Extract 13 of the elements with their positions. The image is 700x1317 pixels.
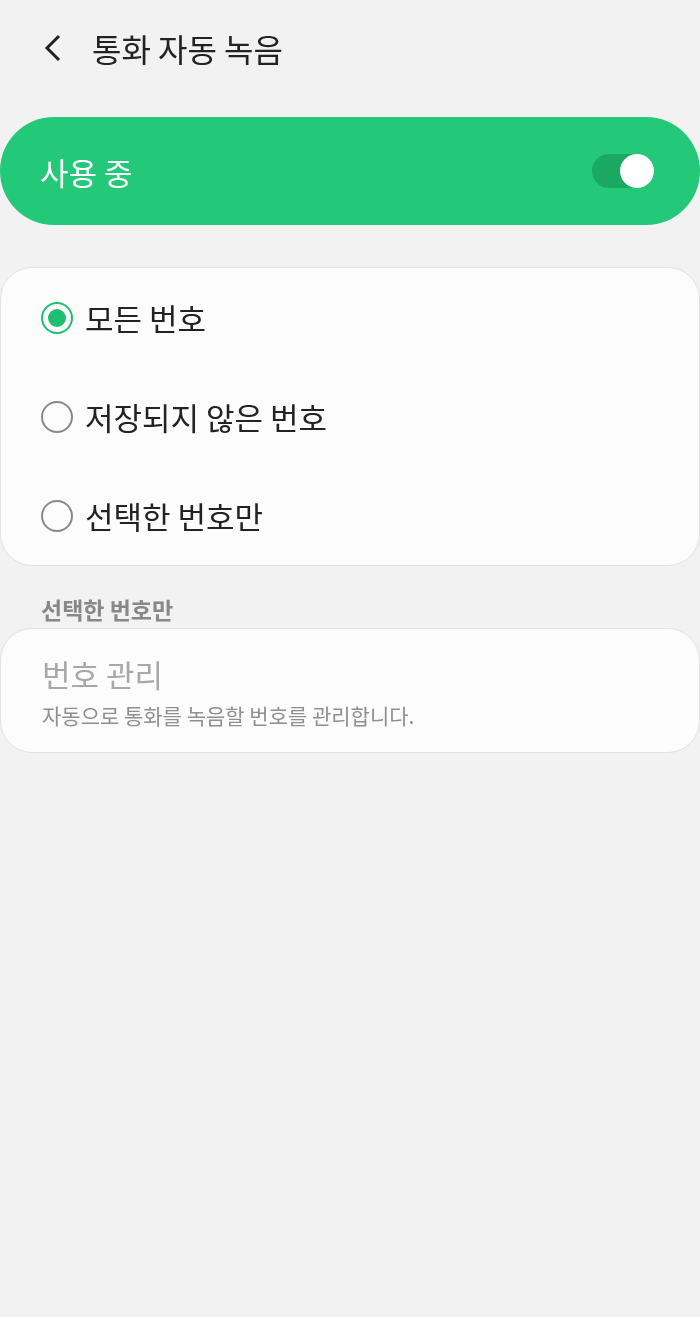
manage-subtitle: 자동으로 통화를 녹음할 번호를 관리합니다.: [42, 700, 415, 730]
switch-label: 사용 중: [40, 148, 133, 194]
option-label[interactable]: 저장되지 않은 번호: [85, 394, 328, 439]
radio-button[interactable]: [41, 499, 73, 532]
radio-button[interactable]: [41, 301, 73, 334]
toggle-switch[interactable]: [592, 154, 654, 188]
manage-title: 번호 관리: [42, 651, 164, 696]
option-label[interactable]: 모든 번호: [85, 295, 207, 340]
page-title: 통화 자동 녹음: [92, 25, 283, 71]
section-header: 선택한 번호만: [41, 591, 175, 628]
radio-button[interactable]: [41, 400, 73, 433]
option-label[interactable]: 선택한 번호만: [85, 493, 264, 538]
back-icon[interactable]: [44, 34, 62, 62]
